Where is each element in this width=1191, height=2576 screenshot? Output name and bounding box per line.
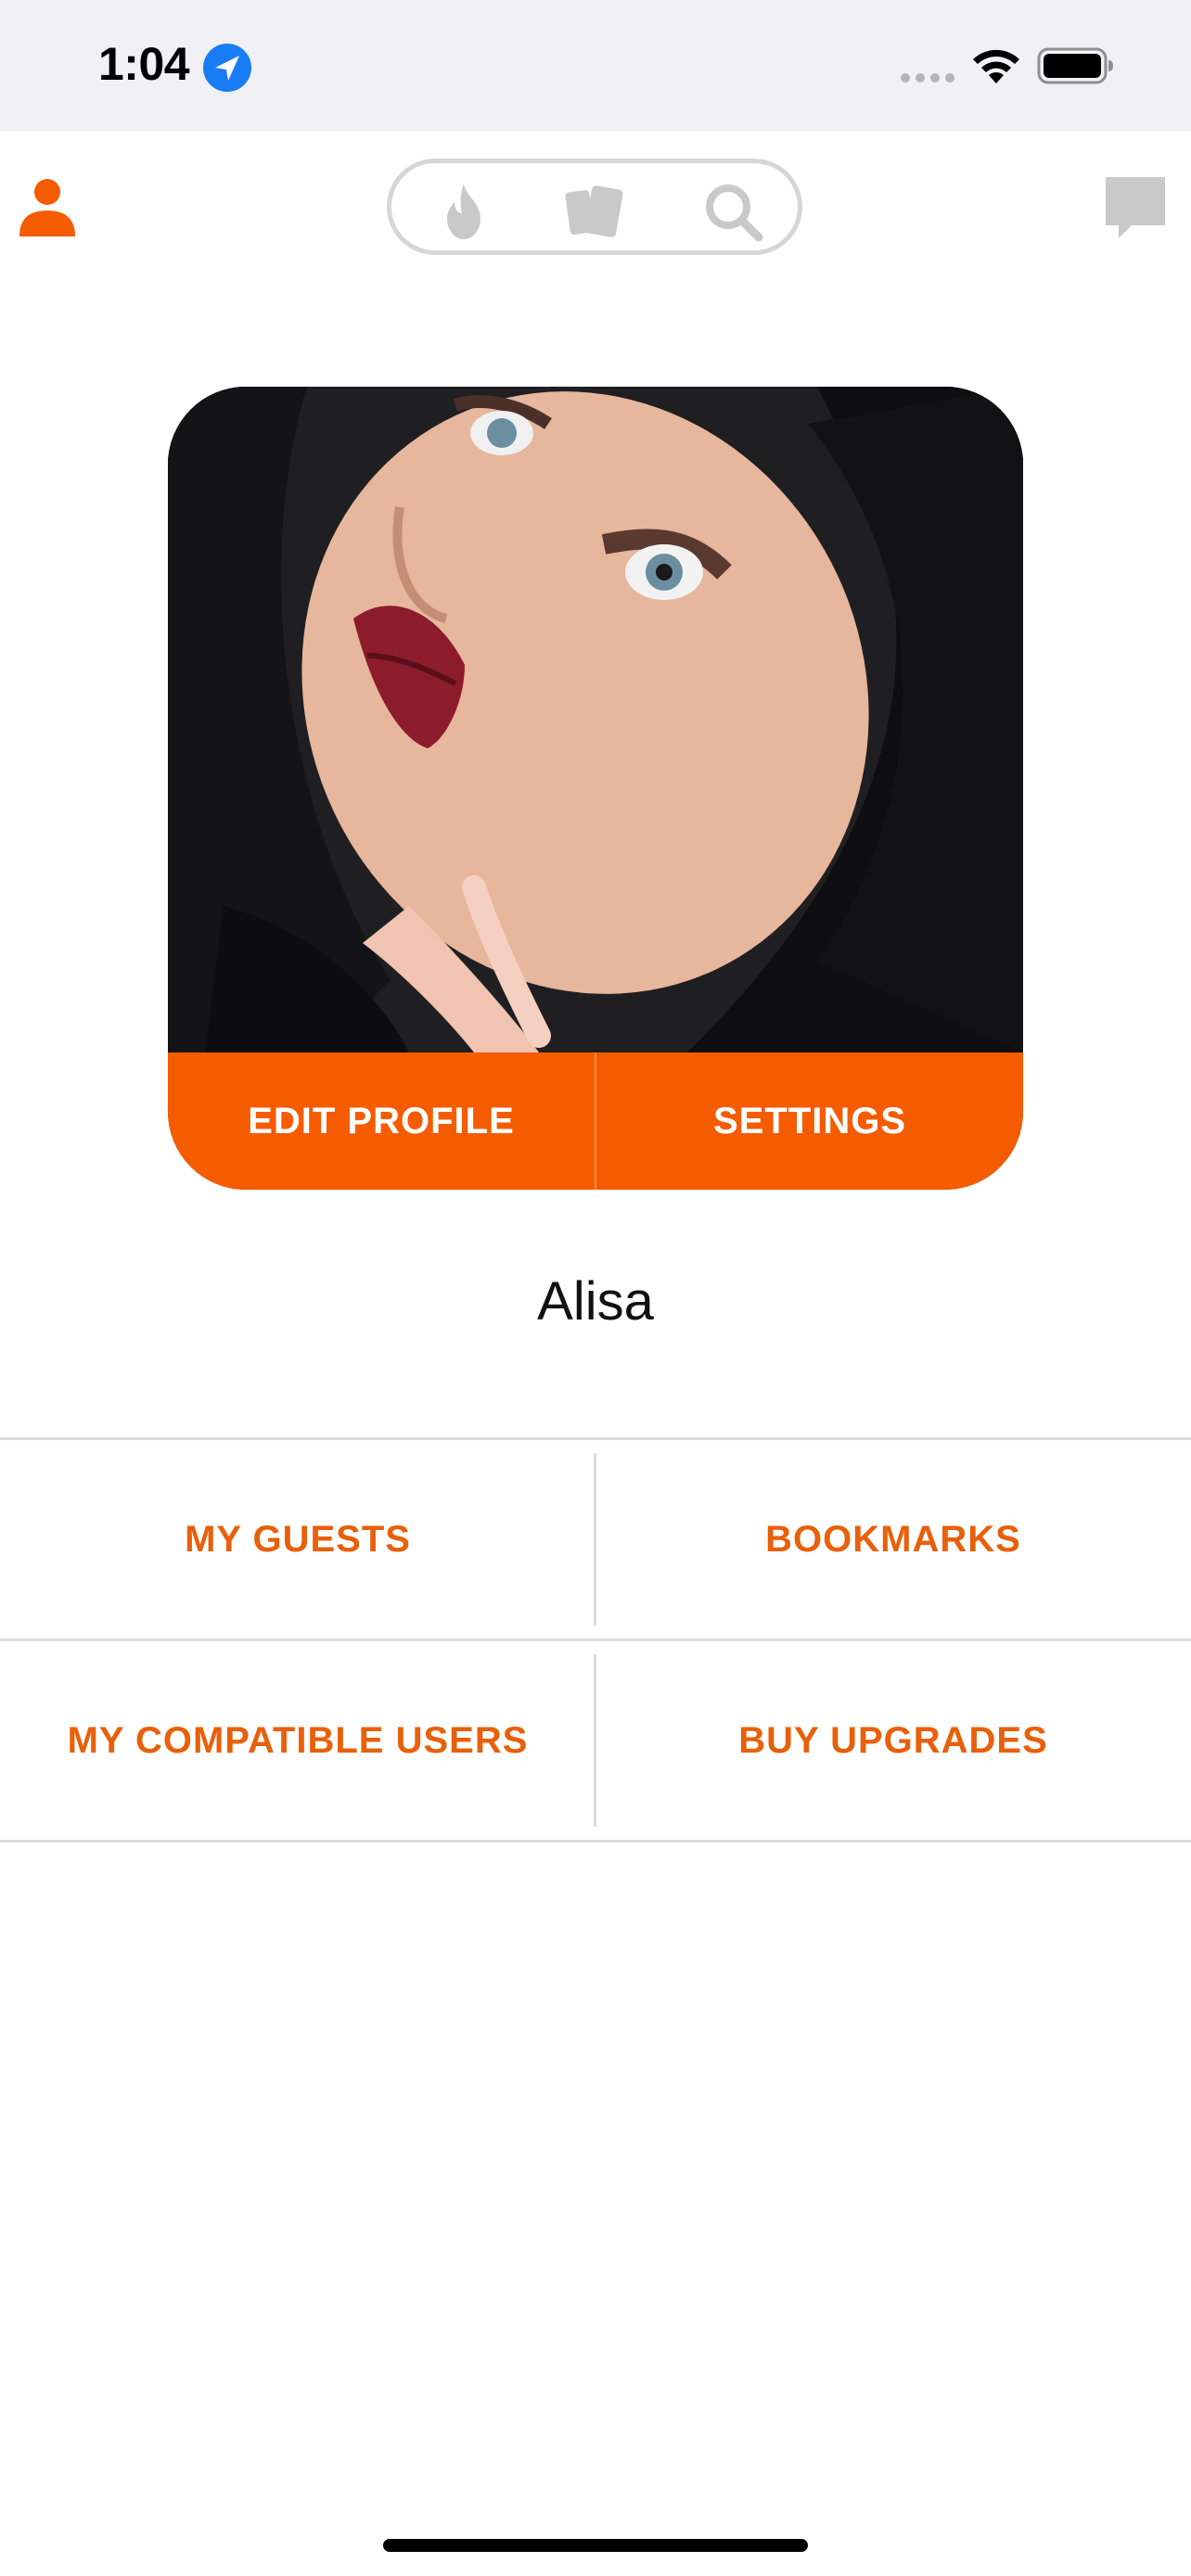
person-icon[interactable] — [17, 177, 78, 238]
user-name: Alisa — [537, 1271, 654, 1332]
wifi-icon — [973, 49, 1019, 83]
profile-actions: EDIT PROFILE SETTINGS — [168, 1052, 1023, 1190]
my-guests-button[interactable]: MY GUESTS — [0, 1440, 596, 1639]
profile-photo[interactable] — [168, 387, 1023, 1052]
divider — [594, 1453, 596, 1626]
profile-card: EDIT PROFILE SETTINGS — [168, 387, 1023, 1190]
battery-icon — [1037, 47, 1113, 84]
menu-row: MY GUESTS BOOKMARKS — [0, 1440, 1191, 1639]
cards-icon[interactable] — [560, 176, 631, 247]
cellular-signal-icon — [901, 73, 954, 83]
divider — [594, 1654, 596, 1827]
settings-button[interactable]: SETTINGS — [596, 1052, 1023, 1190]
bookmarks-button[interactable]: BOOKMARKS — [596, 1440, 1191, 1639]
buy-upgrades-button[interactable]: BUY UPGRADES — [596, 1641, 1191, 1840]
search-icon[interactable] — [698, 176, 768, 247]
my-compatible-users-button[interactable]: MY COMPATIBLE USERS — [0, 1641, 596, 1840]
top-navigation — [0, 131, 1191, 270]
profile-menu: MY GUESTS BOOKMARKS MY COMPATIBLE USERS … — [0, 1437, 1191, 1843]
flame-icon[interactable] — [429, 176, 499, 247]
chat-bubble-icon[interactable] — [1100, 172, 1171, 242]
divider — [0, 1840, 1191, 1843]
location-arrow-icon — [203, 44, 251, 92]
edit-profile-button[interactable]: EDIT PROFILE — [168, 1052, 595, 1190]
mode-switcher — [387, 159, 802, 255]
menu-row: MY COMPATIBLE USERS BUY UPGRADES — [0, 1641, 1191, 1840]
home-indicator[interactable] — [383, 2539, 808, 2552]
status-time: 1:04 — [98, 38, 190, 90]
status-bar: 1:04 — [0, 0, 1191, 131]
